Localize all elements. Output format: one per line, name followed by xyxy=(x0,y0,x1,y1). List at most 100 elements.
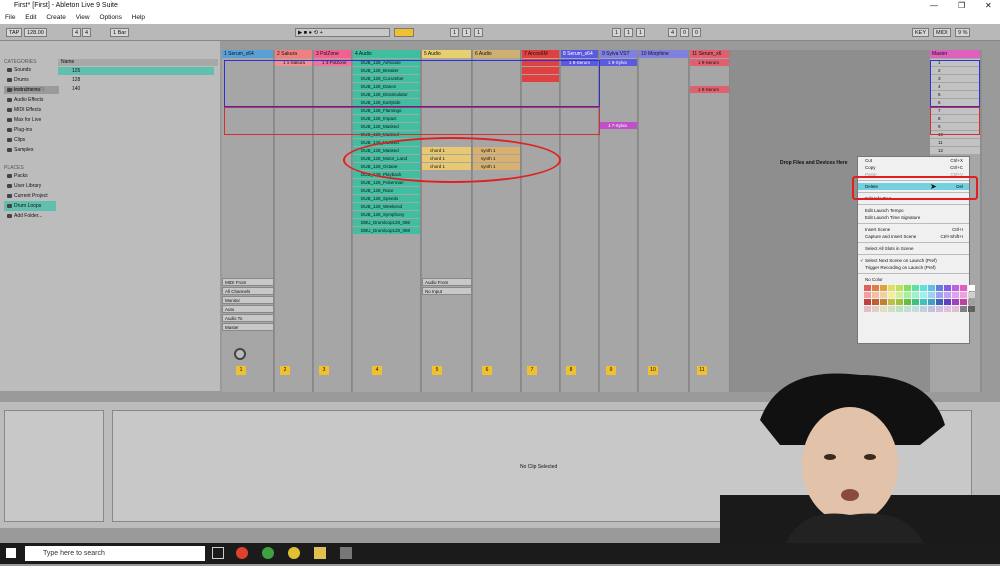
color-swatch[interactable] xyxy=(904,292,911,298)
clip-slot[interactable]: 1 9-Serum xyxy=(690,59,729,66)
color-swatch[interactable] xyxy=(888,285,895,291)
color-swatch[interactable] xyxy=(904,306,911,312)
track-activator[interactable]: 8 xyxy=(566,366,576,375)
color-swatch[interactable] xyxy=(872,306,879,312)
menu-capture-scene[interactable]: Capture and Insert Scene Ctrl+Shift+I xyxy=(858,233,969,240)
chrome-icon[interactable] xyxy=(236,547,248,559)
menu-help[interactable]: Help xyxy=(132,14,145,21)
color-swatch[interactable] xyxy=(872,299,879,305)
track-header[interactable]: 4 Audio xyxy=(353,50,420,58)
color-swatch[interactable] xyxy=(912,299,919,305)
color-swatch[interactable] xyxy=(952,306,959,312)
color-swatch[interactable] xyxy=(960,299,967,305)
position-sixteenth[interactable]: 1 xyxy=(474,28,484,37)
color-swatch[interactable] xyxy=(920,292,927,298)
color-swatch[interactable] xyxy=(896,306,903,312)
color-swatch[interactable] xyxy=(864,299,871,305)
color-swatch[interactable] xyxy=(912,285,919,291)
clip-slot[interactable]: 1 9-Sylva xyxy=(600,59,637,66)
all-channels-select[interactable]: All Channels xyxy=(222,287,274,295)
track-activator[interactable]: 4 xyxy=(372,366,382,375)
close-icon[interactable]: ✕ xyxy=(985,0,992,12)
color-swatch[interactable] xyxy=(936,292,943,298)
color-swatch[interactable] xyxy=(904,285,911,291)
track-header[interactable]: 7 Arcos6M xyxy=(522,50,559,58)
place-packs[interactable]: Packs xyxy=(4,171,56,181)
folder-125[interactable]: 125 xyxy=(58,67,214,75)
menu-trigger-recording[interactable]: Trigger Recording on Launch (Pref) xyxy=(858,264,969,271)
audio-from-select[interactable]: No Input xyxy=(422,287,472,295)
track-header[interactable]: 3 PolZone xyxy=(314,50,351,58)
loop-length-beat[interactable]: 0 xyxy=(680,28,690,37)
audio-to-select[interactable]: Master xyxy=(222,323,274,331)
clip-slot[interactable]: 1 9-Serum xyxy=(690,86,729,93)
color-swatch[interactable] xyxy=(880,299,887,305)
track-activator[interactable]: 2 xyxy=(280,366,290,375)
track-activator[interactable]: 6 xyxy=(482,366,492,375)
category-samples[interactable]: Samples xyxy=(4,145,56,155)
track-header[interactable]: 2 Sakura xyxy=(275,50,312,58)
color-swatch[interactable] xyxy=(920,285,927,291)
midi-map-button[interactable]: MIDI xyxy=(933,28,951,37)
track-header[interactable]: 9 Sylva VST xyxy=(600,50,637,58)
color-swatch[interactable] xyxy=(896,285,903,291)
color-swatch[interactable] xyxy=(896,299,903,305)
menu-insert-scene[interactable]: Insert Scene Ctrl+I xyxy=(858,226,969,233)
track-header[interactable]: 11 Serum_x6 xyxy=(690,50,729,58)
place-drum-loops[interactable]: Drum Loops xyxy=(4,201,56,211)
menu-edit-signature[interactable]: Edit Launch Time Signature xyxy=(858,214,969,221)
scene-slot[interactable]: 12 xyxy=(930,147,980,154)
master-header[interactable]: Master xyxy=(930,50,980,58)
color-swatch[interactable] xyxy=(896,292,903,298)
track-activator[interactable]: 11 xyxy=(697,366,707,375)
volume-knob[interactable] xyxy=(234,348,246,360)
color-swatch[interactable] xyxy=(960,292,967,298)
category-plug-ins[interactable]: Plug-ins xyxy=(4,125,56,135)
track-activator[interactable]: 10 xyxy=(648,366,658,375)
place-add-folder[interactable]: Add Folder... xyxy=(4,211,56,221)
color-swatch[interactable] xyxy=(920,299,927,305)
position-bar[interactable]: 1 xyxy=(450,28,460,37)
category-midi-effects[interactable]: MIDI Effects xyxy=(4,105,56,115)
color-swatch[interactable] xyxy=(920,306,927,312)
category-instruments[interactable]: Instruments xyxy=(4,85,56,95)
category-audio-effects[interactable]: Audio Effects xyxy=(4,95,56,105)
color-swatch[interactable] xyxy=(968,299,975,305)
ableton-live-icon[interactable] xyxy=(340,547,352,559)
color-swatch[interactable] xyxy=(952,299,959,305)
color-swatch[interactable] xyxy=(968,306,975,312)
color-swatch[interactable] xyxy=(880,285,887,291)
category-drums[interactable]: Drums xyxy=(4,75,56,85)
track-header[interactable]: 10 Morphine xyxy=(639,50,688,58)
clip-slot[interactable]: DUB_128_Race xyxy=(353,187,420,194)
color-swatch[interactable] xyxy=(944,292,951,298)
menu-cut[interactable]: Cut Ctrl+X xyxy=(858,157,969,164)
tap-tempo-button[interactable]: TAP xyxy=(6,28,23,37)
scene-slot[interactable]: 11 xyxy=(930,139,980,146)
menu-no-color[interactable]: No Color xyxy=(858,276,969,283)
color-swatch[interactable] xyxy=(944,285,951,291)
color-swatch[interactable] xyxy=(880,306,887,312)
track-activator[interactable]: 7 xyxy=(527,366,537,375)
task-view-icon[interactable] xyxy=(212,547,224,559)
monitor-in-auto[interactable]: Auto xyxy=(222,305,274,313)
clip-slot[interactable]: 1 7-Sylva xyxy=(600,122,637,129)
tempo-field[interactable]: 128.00 xyxy=(24,28,47,37)
loop-start-bar[interactable]: 1 xyxy=(612,28,622,37)
folder-128[interactable]: 128 xyxy=(58,76,214,84)
color-swatch[interactable] xyxy=(928,299,935,305)
color-swatch[interactable] xyxy=(888,306,895,312)
clip-slot[interactable]: DBU_Drumloop128_088 xyxy=(353,227,420,234)
windows-start-icon[interactable] xyxy=(6,548,16,558)
place-user-library[interactable]: User Library xyxy=(4,181,56,191)
track-activator[interactable]: 3 xyxy=(319,366,329,375)
signature-numerator[interactable]: 4 xyxy=(72,28,82,37)
key-map-button[interactable]: KEY xyxy=(912,28,930,37)
chrome-icon[interactable] xyxy=(288,547,300,559)
taskbar-search-input[interactable]: Type here to search xyxy=(25,546,205,561)
chrome-icon[interactable] xyxy=(262,547,274,559)
color-swatch[interactable] xyxy=(864,306,871,312)
maximize-icon[interactable]: ❐ xyxy=(958,0,965,12)
category-clips[interactable]: Clips xyxy=(4,135,56,145)
color-swatch[interactable] xyxy=(872,292,879,298)
